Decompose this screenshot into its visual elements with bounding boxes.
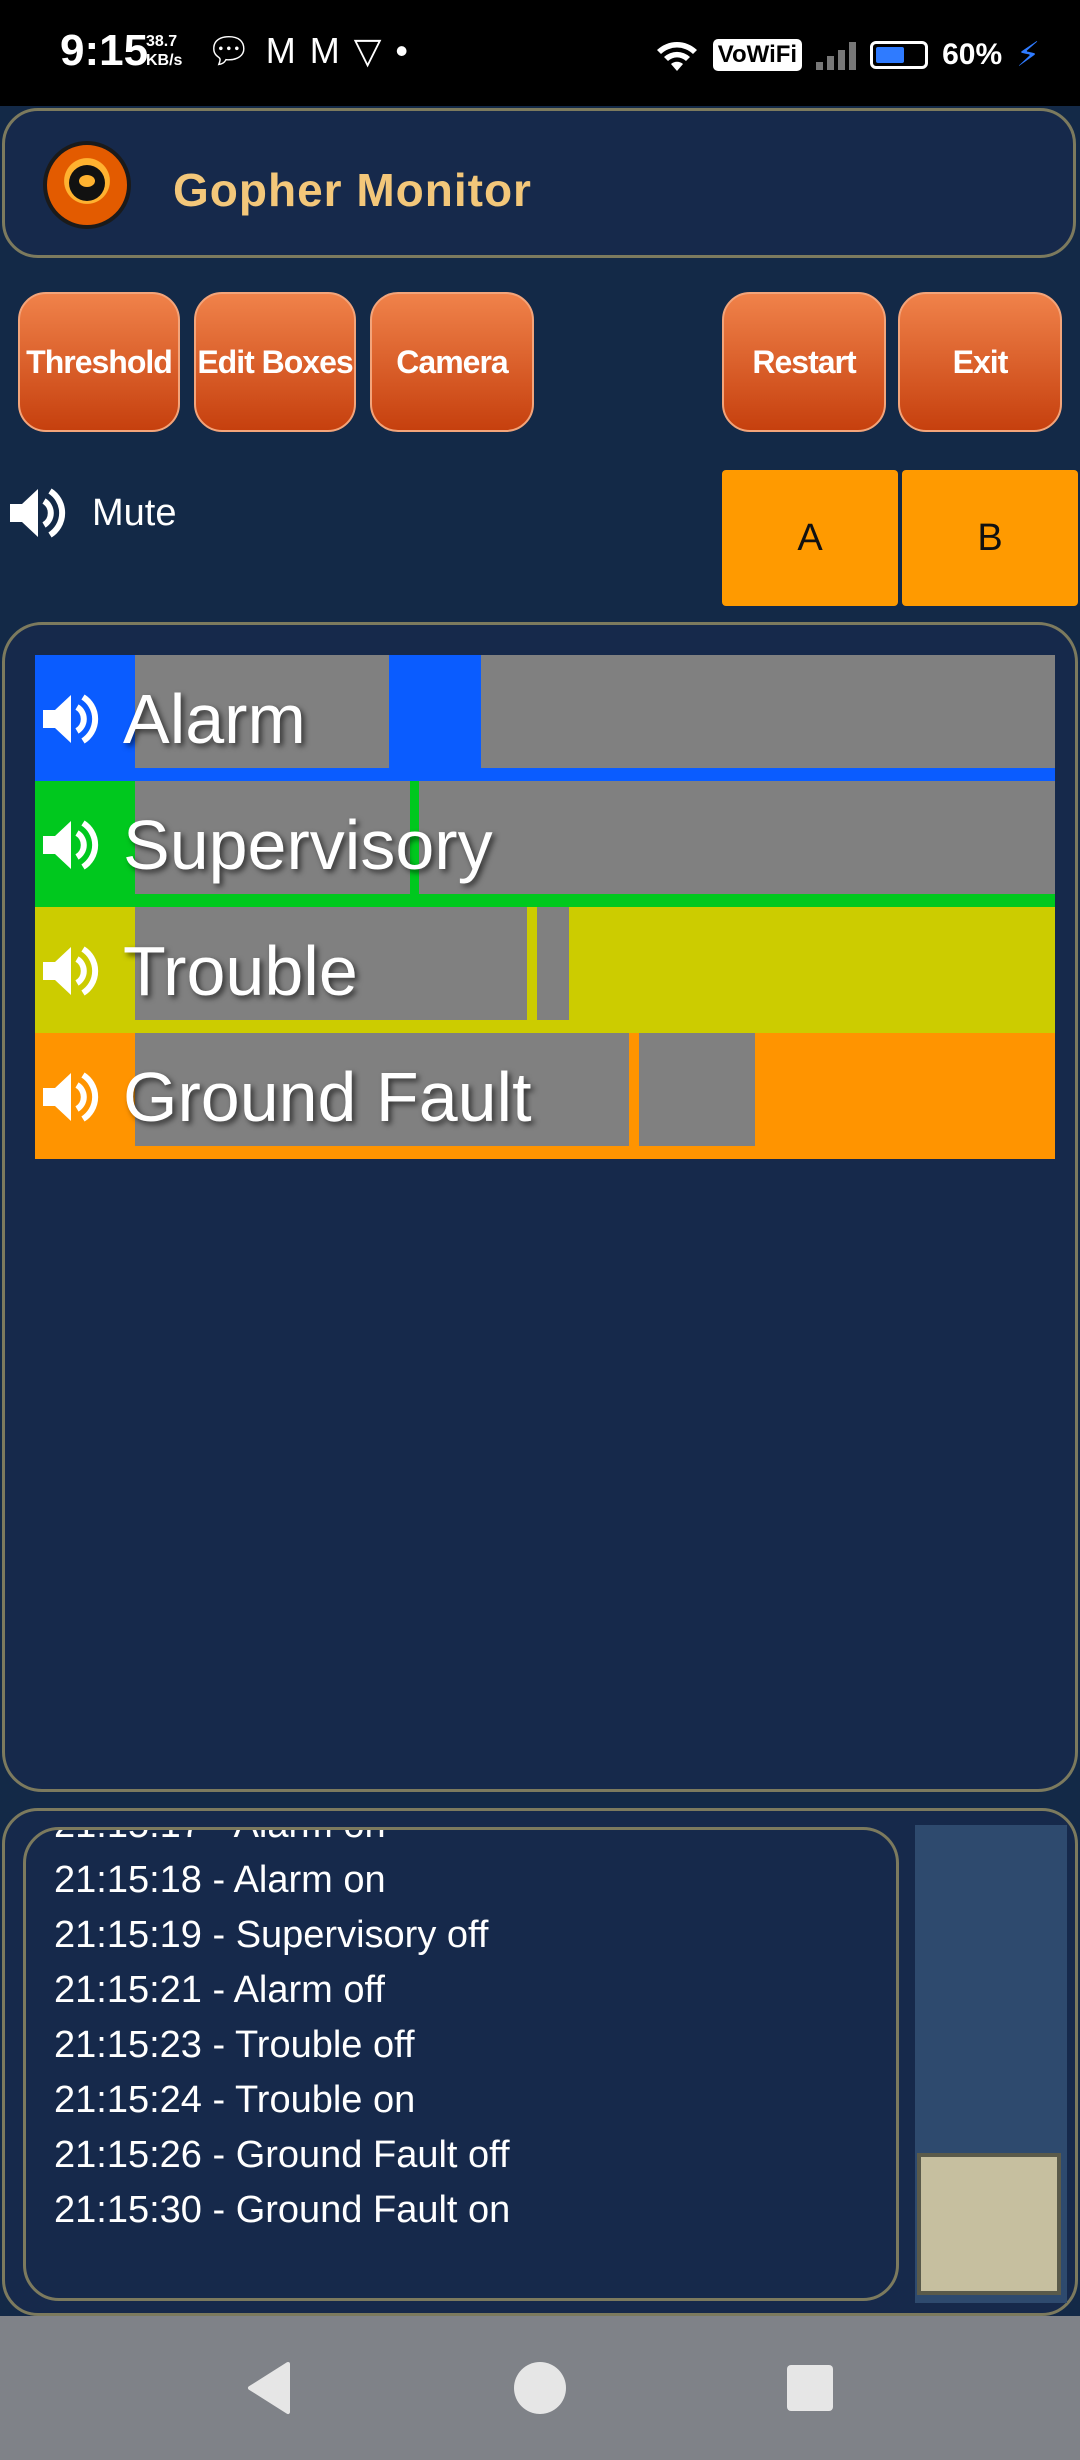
status-label-trouble: Trouble — [123, 932, 358, 1010]
log-entry: 21:15:17 - Alarm on — [54, 1830, 510, 1853]
log-scroll-thumb[interactable] — [917, 2153, 1061, 2295]
wifi-icon — [656, 42, 697, 71]
battery-icon — [870, 41, 929, 69]
status-panel: Alarm Supervisory Trouble Ground Fault — [2, 622, 1078, 1792]
gopher-logo-icon — [43, 141, 131, 229]
status-row-trouble[interactable]: Trouble — [35, 907, 1055, 1033]
restart-button[interactable]: Restart — [722, 292, 886, 432]
supervisory-box-2 — [419, 781, 1055, 894]
vpn-icon: ▽ — [353, 30, 396, 71]
log-entry: 21:15:18 - Alarm on — [54, 1859, 386, 1901]
status-label-ground-fault: Ground Fault — [123, 1058, 532, 1136]
battery-percent: 60% — [942, 38, 1003, 71]
system-indicators: VoWiFi 60% ⚡︎ — [655, 30, 1040, 80]
network-speed-value: 38.7 — [146, 33, 178, 50]
more-dot-icon: • — [395, 30, 422, 71]
home-icon[interactable] — [510, 2358, 570, 2418]
header-card: Gopher Monitor — [2, 108, 1076, 258]
charging-icon: ⚡︎ — [1016, 36, 1040, 74]
network-speed: 38.7 KB/s — [146, 32, 182, 70]
speaker-icon — [43, 946, 99, 996]
edit-boxes-button[interactable]: Edit Boxes — [194, 292, 356, 432]
status-row-alarm[interactable]: Alarm — [35, 655, 1055, 781]
log-panel: 21:15:17 - Alarm on 21:15:18 - Alarm on 21… — [2, 1808, 1078, 2316]
speaker-icon — [43, 694, 99, 744]
network-speed-unit: KB/s — [146, 52, 183, 69]
mute-label: Mute — [92, 491, 177, 534]
a-button[interactable]: A — [722, 470, 898, 606]
app-title: Gopher Monitor — [173, 164, 532, 216]
notification-icons: 💬︎MM▽• — [206, 30, 422, 72]
navigation-bar — [0, 2316, 1080, 2460]
status-row-supervisory[interactable]: Supervisory — [35, 781, 1055, 907]
event-log[interactable]: 21:15:17 - Alarm on 21:15:18 - Alarm on 21… — [23, 1827, 899, 2301]
status-label-supervisory: Supervisory — [123, 806, 493, 884]
b-button[interactable]: B — [902, 470, 1078, 606]
camera-button[interactable]: Camera — [370, 292, 534, 432]
log-scrollbar[interactable] — [915, 1825, 1067, 2303]
trouble-box-2 — [537, 907, 569, 1020]
battery-level — [876, 47, 905, 63]
threshold-button[interactable]: Threshold — [18, 292, 180, 432]
log-entry: 21:15:24 - Trouble on — [54, 2079, 416, 2121]
back-icon[interactable] — [240, 2358, 300, 2418]
alarm-box-2 — [481, 655, 1055, 768]
signal-icon — [816, 40, 857, 70]
log-entry: 21:15:19 - Supervisory off — [54, 1914, 489, 1956]
mute-toggle[interactable]: Mute — [6, 478, 176, 548]
log-list: 21:15:17 - Alarm on 21:15:18 - Alarm on 21… — [54, 1830, 511, 2238]
log-entry: 21:15:30 - Ground Fault on — [54, 2189, 511, 2231]
chat-icon: 💬︎ — [206, 30, 266, 71]
log-entry: 21:15:21 - Alarm off — [54, 1969, 385, 2011]
gmail-icon-2: M — [309, 30, 354, 71]
log-entry: 21:15:23 - Trouble off — [54, 2024, 415, 2066]
recents-icon[interactable] — [780, 2358, 840, 2418]
gmail-icon: M — [265, 30, 310, 71]
status-label-alarm: Alarm — [123, 680, 306, 758]
speaker-icon — [43, 1072, 99, 1122]
exit-button[interactable]: Exit — [898, 292, 1062, 432]
ground-fault-box-2 — [639, 1033, 755, 1146]
status-bar: 9:15 38.7 KB/s 💬︎MM▽• VoWiFi 60% ⚡︎ — [0, 0, 1080, 106]
status-time: 9:15 — [60, 26, 149, 75]
status-row-ground-fault[interactable]: Ground Fault — [35, 1033, 1055, 1159]
log-entry: 21:15:26 - Ground Fault off — [54, 2134, 510, 2176]
vowifi-badge: VoWiFi — [712, 39, 803, 71]
speaker-icon — [43, 820, 99, 870]
speaker-icon — [10, 488, 66, 538]
